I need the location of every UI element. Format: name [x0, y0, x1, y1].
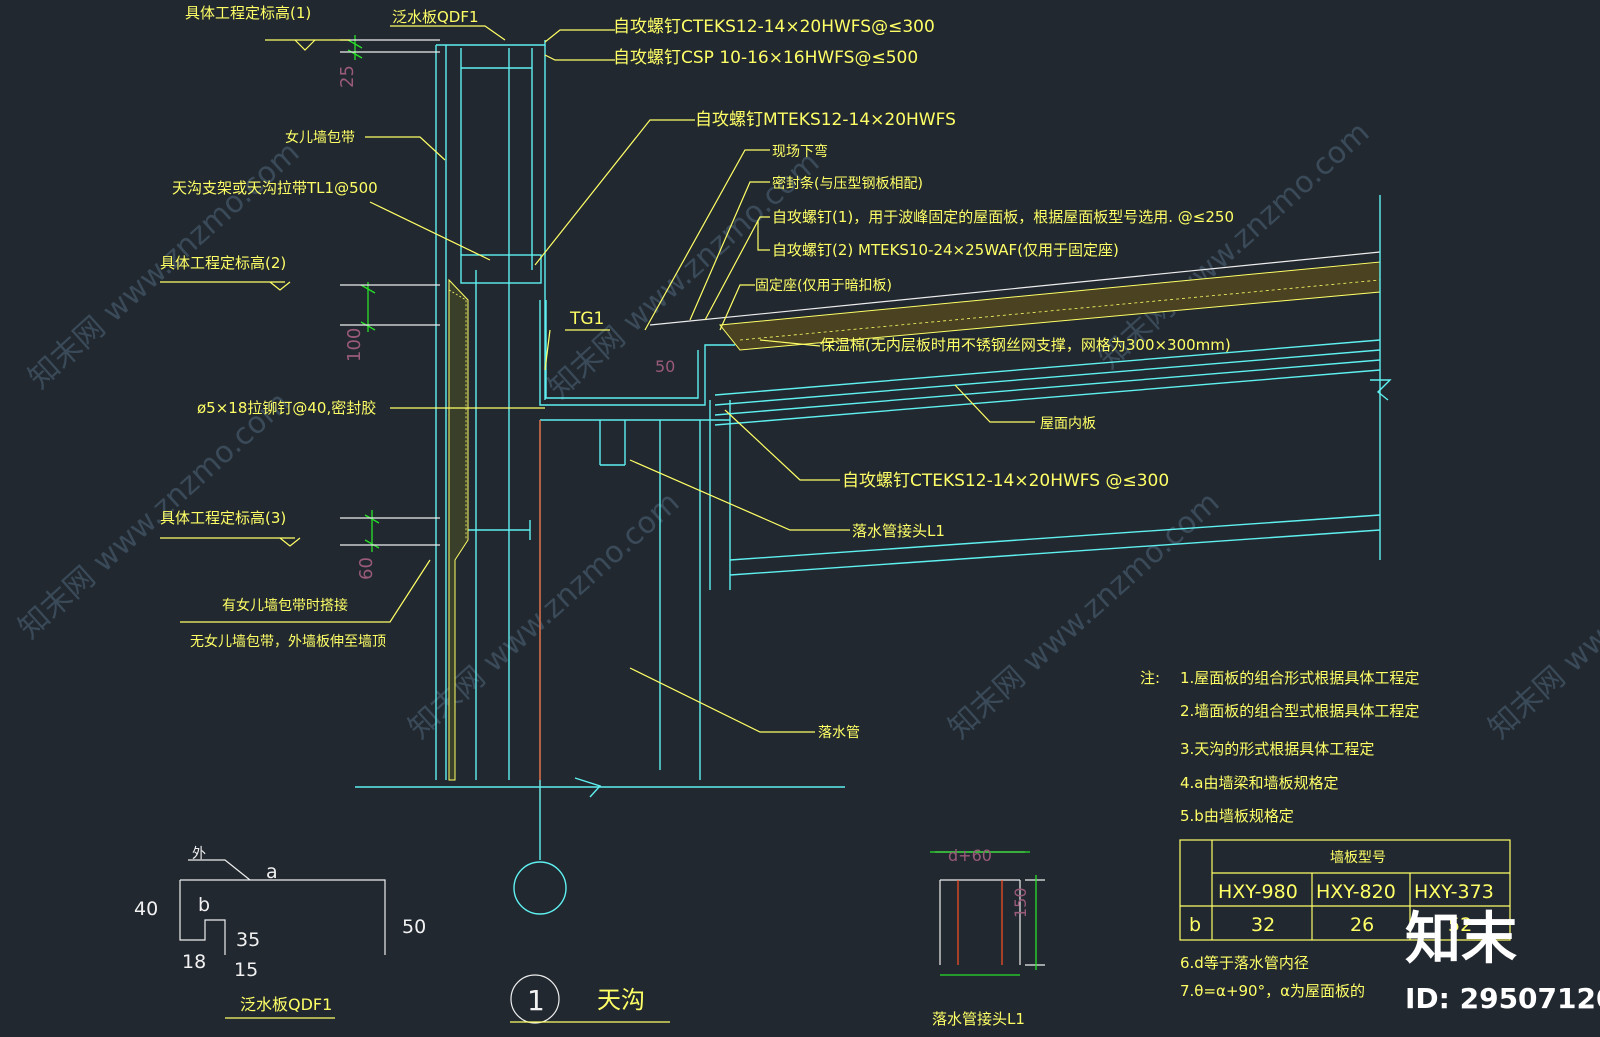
qdf1-50: 50 — [402, 916, 426, 938]
fix-strip-label: 现场下弯 — [772, 143, 828, 160]
note-5: 5.b由墙板规格定 — [1180, 807, 1294, 825]
section-number: 1 — [527, 984, 545, 1017]
note-3: 3.天沟的形式根据具体工程定 — [1180, 740, 1374, 758]
section-title: 1 天沟 — [510, 974, 670, 1024]
brand-logo: 知末 — [1405, 907, 1517, 972]
table-row-label: b — [1189, 914, 1201, 936]
note-7: 7.θ=α+90°，α为屋面板的 — [1180, 982, 1365, 1000]
outlet-title: 落水管接头L1 — [932, 1010, 1025, 1028]
brand-overlay: 知末 ID: 295071205 — [1405, 907, 1600, 1015]
outlet-dim-150: 150 — [1011, 887, 1030, 918]
dim-60: 60 — [356, 557, 377, 580]
qdf1-15: 15 — [234, 959, 258, 981]
screw1-label: 自攻螺钉(1)，用于波峰固定的屋面板，根据屋面板型号选用. @≤250 — [772, 208, 1234, 226]
screw2-label: 自攻螺钉(2) MTEKS10-24×25WAF(仅用于固定座) — [772, 241, 1119, 259]
elev3-label: 具体工程定标高(3) — [160, 509, 286, 527]
table-v1: 32 — [1251, 914, 1275, 936]
qdf1-outer: 外 — [192, 846, 206, 862]
table-col3: HXY-373 — [1414, 881, 1494, 903]
screw-cteks-top-label: 自攻螺钉CTEKS12-14×20HWFS@≤300 — [613, 17, 935, 37]
screw-csp-label: 自攻螺钉CSP 10-16×16HWFS@≤500 — [613, 48, 918, 68]
table-col1: HXY-980 — [1218, 881, 1298, 903]
qdf1-a: a — [266, 861, 278, 883]
cad-drawing: 知末网 www.znzmo.com 知末网 www.znzmo.com 知末网 … — [12, 4, 1600, 1028]
table-v2: 26 — [1350, 914, 1374, 936]
seal-strip-label: 密封条(与压型钢板相配) — [772, 175, 923, 192]
qdf1-35: 35 — [236, 929, 260, 951]
tg1-label: TG1 — [569, 309, 604, 329]
drawing-canvas: 知末网 www.znzmo.com 知末网 www.znzmo.com 知末网 … — [0, 0, 1600, 1033]
qdf1-18: 18 — [182, 951, 206, 973]
rivet-label: ø5×18拉铆钉@40,密封胶 — [197, 399, 376, 417]
note-6: 6.d等于落水管内径 — [1180, 954, 1309, 972]
notes-label: 注: — [1140, 669, 1160, 687]
screw-mteks-label: 自攻螺钉MTEKS12-14×20HWFS — [695, 110, 956, 130]
with-parapet-label: 有女儿墙包带时搭接 — [222, 597, 348, 614]
elev1-label: 具体工程定标高(1) — [185, 4, 311, 22]
qdf1-b: b — [198, 894, 210, 916]
roof-inner-label: 屋面内板 — [1040, 416, 1096, 432]
brand-id: ID: 295071205 — [1405, 982, 1600, 1015]
watermark: 知末网 www.znzmo.com — [1482, 485, 1600, 746]
insulation-label: 保温棉(无内层板时用不锈钢丝网支撑，网格为300×300mm) — [820, 336, 1231, 354]
note-4: 4.a由墙梁和墙板规格定 — [1180, 774, 1339, 792]
screw-cteks-bottom-label: 自攻螺钉CTEKS12-14×20HWFS @≤300 — [842, 471, 1169, 491]
dim-100: 100 — [344, 328, 365, 362]
note-2: 2.墙面板的组合型式根据具体工程定 — [1180, 702, 1419, 720]
downpipe-label: 落水管 — [818, 725, 860, 741]
qdf1-title: 泛水板QDF1 — [240, 995, 332, 1014]
note-1: 1.屋面板的组合形式根据具体工程定 — [1180, 669, 1419, 687]
outlet-dim-d60: d+60 — [948, 846, 992, 865]
elev2-label: 具体工程定标高(2) — [160, 254, 286, 272]
dim-50-gutter: 50 — [655, 357, 675, 376]
watermark: 知末网 www.znzmo.com — [402, 485, 686, 746]
qdf1-40: 40 — [134, 898, 158, 920]
notes-block: 注: 1.屋面板的组合形式根据具体工程定 2.墙面板的组合型式根据具体工程定 3… — [1140, 669, 1419, 1000]
fixed-seat-label: 固定座(仅用于暗扣板) — [755, 278, 892, 294]
dimension-ticks — [340, 35, 440, 552]
outlet-l1-detail: d+60 150 落水管接头L1 — [930, 846, 1045, 1028]
table-header: 墙板型号 — [1330, 850, 1386, 866]
qdf1-top-label: 泛水板QDF1 — [392, 8, 479, 26]
table-col2: HXY-820 — [1316, 881, 1396, 903]
gutter-support-label: 天沟支架或天沟拉带TL1@500 — [172, 179, 378, 197]
section-title-text: 天沟 — [597, 986, 645, 1014]
qdf1-detail: 外 a b 40 50 35 18 15 泛水板QDF1 — [134, 846, 426, 1019]
parapet-band-label: 女儿墙包带 — [285, 129, 355, 146]
wall-section — [355, 40, 845, 915]
dim-25: 25 — [337, 65, 358, 88]
outlet-label: 落水管接头L1 — [852, 522, 945, 540]
without-parapet-label: 无女儿墙包带，外墙板伸至墙顶 — [190, 633, 386, 650]
